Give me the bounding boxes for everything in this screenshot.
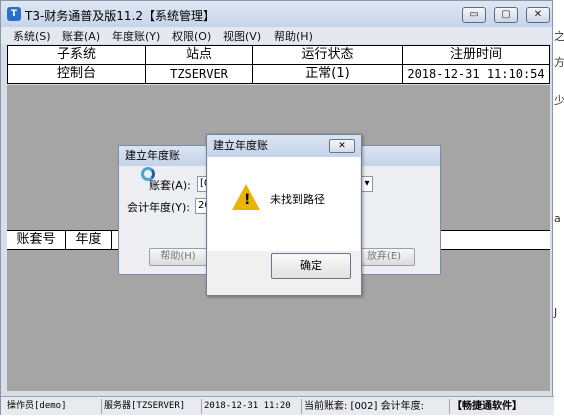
column-header-register-time[interactable]: 注册时间 (403, 46, 549, 64)
status-brand: 【畅捷通软件】 (449, 399, 522, 414)
side-text-3: 少 (554, 94, 564, 107)
status-datetime: 2018-12-31 11:20 (201, 399, 291, 414)
menu-bar: 系统(S) 账套(A) 年度账(Y) 权限(O) 视图(V) 帮助(H) (1, 27, 552, 44)
app-icon: T (7, 7, 21, 21)
cell-site: TZSERVER (146, 65, 253, 83)
main-window: T T3-财务通普及版11.2【系统管理】 ▭ ▢ ✕ 系统(S) 账套(A) … (0, 0, 554, 415)
side-text-1: 之 (554, 30, 564, 43)
cell-status: 正常(1) (253, 65, 403, 83)
status-server: 服务器[TZSERVER] (101, 399, 185, 414)
column-header-status[interactable]: 运行状态 (253, 46, 403, 64)
message-body: ! 未找到路径 (208, 157, 360, 251)
side-text-5: J (554, 306, 558, 319)
menu-permission[interactable]: 权限(O) (172, 28, 211, 44)
cell-register-time: 2018-12-31 11:10:54 (407, 67, 545, 81)
message-text: 未找到路径 (270, 193, 325, 206)
side-text-2: 方 (554, 56, 564, 69)
side-text-4: a (554, 212, 561, 225)
status-operator: 操作员[demo] (7, 401, 67, 411)
table-row[interactable]: 控制台 TZSERVER 正常(1) 2018-12-31 11:10:54 (8, 65, 549, 83)
menu-yearly-account[interactable]: 年度账(Y) (112, 28, 160, 44)
account-label: 账套(A): (149, 179, 191, 192)
cancel-button[interactable]: 放弃(E) (353, 248, 415, 266)
subsystem-table: 子系统 站点 运行状态 注册时间 控制台 TZSERVER 正常(1) 2018… (7, 45, 550, 84)
message-box: 建立年度账 ✕ ! 未找到路径 确定 (206, 134, 362, 296)
column-header-account-no[interactable]: 账套号 (7, 231, 66, 249)
table-header-row: 子系统 站点 运行状态 注册时间 (8, 46, 549, 64)
status-current-account: 当前账套: [002] 会计年度: (301, 399, 424, 414)
cell-subsystem: 控制台 (8, 65, 146, 83)
column-header-subsystem[interactable]: 子系统 (8, 46, 146, 64)
window-title: T3-财务通普及版11.2【系统管理】 (25, 9, 216, 23)
warning-exclamation-icon: ! (244, 192, 251, 208)
status-bar: 操作员[demo] 服务器[TZSERVER] 2018-12-31 11:20… (1, 396, 554, 415)
loading-spinner-icon (141, 167, 155, 181)
year-label: 会计年度(Y): (127, 201, 191, 214)
close-button[interactable]: ✕ (526, 7, 550, 23)
message-box-close-button[interactable]: ✕ (329, 139, 355, 153)
minimize-button[interactable]: ▭ (462, 7, 486, 23)
menu-view[interactable]: 视图(V) (223, 28, 261, 44)
title-bar[interactable]: T T3-财务通普及版11.2【系统管理】 ▭ ▢ ✕ (1, 1, 552, 27)
menu-help[interactable]: 帮助(H) (274, 28, 313, 44)
maximize-button[interactable]: ▢ (494, 7, 518, 23)
column-header-site[interactable]: 站点 (146, 46, 253, 64)
menu-system[interactable]: 系统(S) (13, 28, 51, 44)
help-button[interactable]: 帮助(H) (149, 248, 207, 266)
menu-account[interactable]: 账套(A) (62, 28, 100, 44)
ok-button[interactable]: 确定 (271, 253, 351, 279)
column-header-year[interactable]: 年度 (66, 231, 112, 249)
